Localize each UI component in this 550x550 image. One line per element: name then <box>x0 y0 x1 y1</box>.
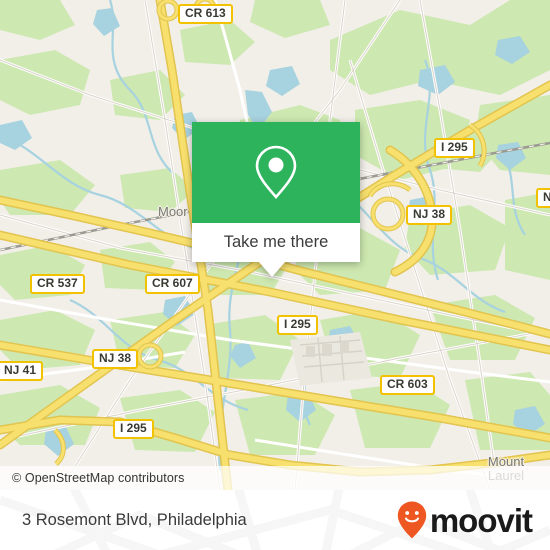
take-me-there-button[interactable]: Take me there <box>192 223 360 262</box>
road-shield-cr-537[interactable]: CR 537 <box>30 274 85 294</box>
moovit-smiley-pin-icon <box>397 501 427 539</box>
osm-attribution: © OpenStreetMap contributors <box>0 466 550 490</box>
road-shield-i-295-north[interactable]: I 295 <box>434 138 475 158</box>
moovit-wordmark: moovit <box>429 501 533 539</box>
map-canvas[interactable]: Moor Mount Laurel CR 613 I 295 NJ 38 NJ … <box>0 0 550 490</box>
road-shield-nj-east-edge[interactable]: NJ <box>536 188 550 208</box>
popup-green-panel <box>192 122 360 223</box>
road-shield-cr-613[interactable]: CR 613 <box>178 4 233 24</box>
moovit-logo[interactable]: moovit <box>397 490 533 550</box>
address-text: 3 Rosemont Blvd, Philadelphia <box>22 510 247 529</box>
road-shield-i-295-center[interactable]: I 295 <box>277 315 318 335</box>
destination-popup-card[interactable]: Take me there <box>192 122 360 277</box>
footer-bar: 3 Rosemont Blvd, Philadelphia moovit <box>0 490 550 550</box>
osm-attribution-text: © OpenStreetMap contributors <box>12 471 185 485</box>
road-shield-nj-38-east[interactable]: NJ 38 <box>406 205 453 225</box>
address-text-container: 3 Rosemont Blvd, Philadelphia <box>22 490 247 550</box>
road-shield-nj-41[interactable]: NJ 41 <box>0 361 44 381</box>
road-shield-nj-38-west[interactable]: NJ 38 <box>92 349 139 369</box>
take-me-there-label: Take me there <box>223 233 329 251</box>
road-shield-cr-603[interactable]: CR 603 <box>380 375 435 395</box>
place-label-moorestown: Moor <box>158 204 188 219</box>
builtup-area <box>290 332 372 386</box>
moovit-map-screenshot: Moor Mount Laurel CR 613 I 295 NJ 38 NJ … <box>0 0 550 550</box>
popup-pointer-tail <box>258 261 286 277</box>
road-shield-cr-607[interactable]: CR 607 <box>145 274 200 294</box>
road-shield-i-295-south[interactable]: I 295 <box>113 419 154 439</box>
map-pin-icon <box>255 145 297 199</box>
